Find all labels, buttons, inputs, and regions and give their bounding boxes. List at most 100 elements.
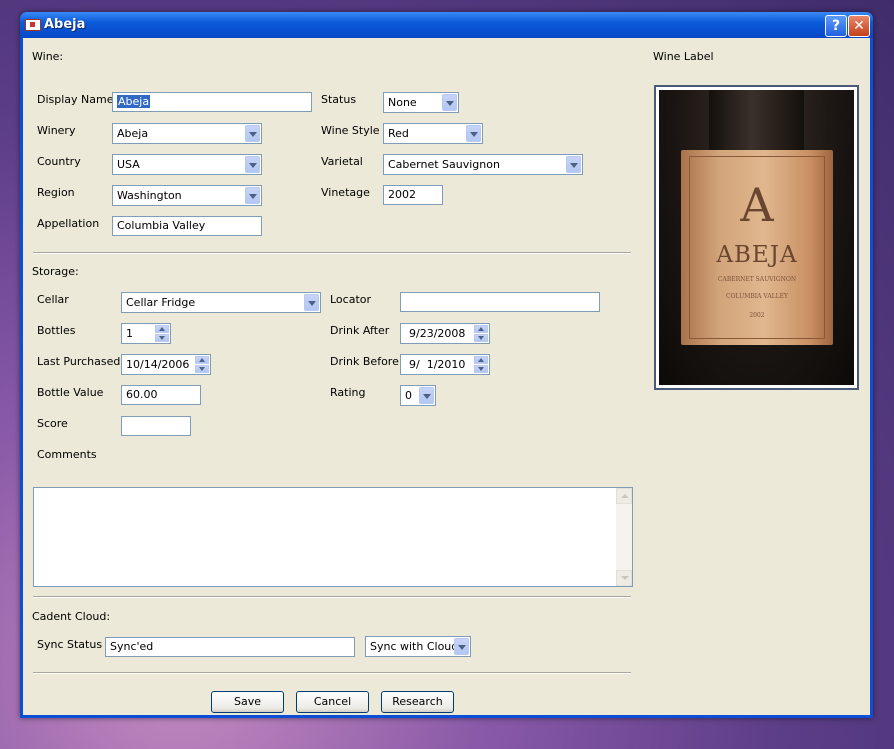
research-button[interactable]: Research [381, 691, 454, 713]
score-input[interactable] [121, 416, 191, 436]
spin-up-icon[interactable] [474, 325, 488, 333]
app-icon [25, 19, 41, 31]
country-value: USA [117, 158, 140, 171]
storage-section-label: Storage: [32, 265, 79, 278]
winery-label: Winery [37, 124, 76, 137]
winery-value: Abeja [117, 127, 149, 140]
wine-style-label: Wine Style [321, 124, 380, 137]
varietal-select[interactable]: Cabernet Sauvignon [383, 154, 583, 175]
cellar-select[interactable]: Cellar Fridge [121, 292, 321, 313]
chevron-down-icon[interactable] [466, 125, 481, 142]
chevron-down-icon[interactable] [245, 156, 260, 173]
spin-up-icon[interactable] [474, 356, 488, 364]
chevron-down-icon[interactable] [245, 187, 260, 204]
chevron-down-icon[interactable] [442, 94, 457, 111]
last-purchased-value: 10/14/2006 [126, 358, 190, 371]
cancel-button[interactable]: Cancel [296, 691, 369, 713]
sync-status-label: Sync Status [37, 638, 103, 651]
varietal-label: Varietal [321, 155, 363, 168]
wine-style-select[interactable]: Red [383, 123, 483, 144]
rating-label: Rating [330, 386, 366, 399]
status-select[interactable]: None [383, 92, 459, 113]
status-label: Status [321, 93, 357, 106]
label-monogram: A [740, 178, 774, 232]
wine-section-label: Wine: [32, 50, 64, 63]
spin-down-icon[interactable] [474, 365, 488, 373]
bottle-label: A ABEJA CABERNET SAUVIGNON COLUMBIA VALL… [681, 150, 833, 345]
chevron-down-icon[interactable] [419, 387, 434, 404]
display-name-value: Abeja [117, 95, 151, 108]
separator [33, 252, 631, 254]
spin-down-icon[interactable] [474, 334, 488, 342]
comments-label: Comments [37, 448, 97, 461]
wine-label-photo: A ABEJA CABERNET SAUVIGNON COLUMBIA VALL… [659, 90, 854, 385]
label-line1: CABERNET SAUVIGNON [717, 276, 797, 283]
sync-status-field: Sync'ed [105, 637, 355, 657]
cloud-section-label: Cadent Cloud: [32, 610, 111, 623]
spin-up-icon[interactable] [195, 356, 209, 364]
locator-input[interactable] [400, 292, 600, 312]
separator [33, 596, 631, 598]
region-label: Region [37, 186, 75, 199]
save-button[interactable]: Save [211, 691, 284, 713]
label-name: ABEJA [716, 242, 798, 268]
sync-option-select[interactable]: Sync with Cloud [365, 636, 471, 657]
display-name-label: Display Name [37, 93, 114, 106]
chevron-down-icon[interactable] [245, 125, 260, 142]
appellation-input[interactable]: Columbia Valley [112, 216, 262, 236]
drink-before-date[interactable]: 9/ 1/2010 [400, 354, 490, 375]
close-button[interactable]: ✕ [848, 15, 870, 37]
varietal-value: Cabernet Sauvignon [388, 158, 500, 171]
vintage-input[interactable]: 2002 [383, 185, 443, 205]
vintage-label: Vinetage [321, 186, 370, 199]
drink-after-label: Drink After [330, 324, 390, 337]
title-bar[interactable]: Abeja ? ✕ [20, 12, 873, 38]
drink-after-date[interactable]: 9/23/2008 [400, 323, 490, 344]
spin-up-icon[interactable] [155, 325, 169, 333]
wine-label-photo-frame[interactable]: A ABEJA CABERNET SAUVIGNON COLUMBIA VALL… [654, 85, 859, 390]
rating-value: 0 [405, 389, 412, 402]
chevron-down-icon[interactable] [304, 294, 319, 311]
scroll-down-icon[interactable] [616, 570, 632, 586]
region-select[interactable]: Washington [112, 185, 262, 206]
drink-after-value: 9/23/2008 [409, 327, 466, 340]
chevron-down-icon[interactable] [454, 638, 469, 655]
bottles-label: Bottles [37, 324, 76, 337]
label-line3: 2002 [749, 312, 765, 319]
winery-select[interactable]: Abeja [112, 123, 262, 144]
sync-option-value: Sync with Cloud [370, 640, 459, 653]
last-purchased-date[interactable]: 10/14/2006 [121, 354, 211, 375]
dialog-body: Wine: Display Name Abeja Winery Abeja Co… [23, 38, 870, 715]
bottles-value: 1 [126, 327, 133, 340]
help-button[interactable]: ? [825, 15, 847, 37]
wine-label-title: Wine Label [653, 50, 714, 63]
rating-select[interactable]: 0 [400, 385, 436, 406]
label-line2: COLUMBIA VALLEY [726, 293, 788, 300]
appellation-label: Appellation [37, 217, 100, 230]
cellar-label: Cellar [37, 293, 69, 306]
country-select[interactable]: USA [112, 154, 262, 175]
bottles-spinner[interactable]: 1 [121, 323, 171, 344]
status-value: None [388, 96, 417, 109]
display-name-input[interactable]: Abeja [112, 92, 312, 112]
comments-scrollbar[interactable] [616, 488, 632, 586]
drink-before-value: 9/ 1/2010 [409, 358, 466, 371]
last-purchased-label: Last Purchased [37, 355, 121, 368]
country-label: Country [37, 155, 81, 168]
dialog-window: Abeja ? ✕ Wine: Display Name Abeja Winer… [20, 12, 873, 718]
scroll-up-icon[interactable] [616, 488, 632, 504]
separator [33, 672, 631, 674]
bottle-value-input[interactable]: 60.00 [121, 385, 201, 405]
drink-before-label: Drink Before [330, 355, 399, 368]
bottle-neck [709, 90, 804, 150]
comments-textarea[interactable] [33, 487, 633, 587]
cellar-value: Cellar Fridge [126, 296, 196, 309]
bottle-value-label: Bottle Value [37, 386, 104, 399]
score-label: Score [37, 417, 68, 430]
spin-down-icon[interactable] [155, 334, 169, 342]
region-value: Washington [117, 189, 182, 202]
spin-down-icon[interactable] [195, 365, 209, 373]
locator-label: Locator [330, 293, 372, 306]
wine-style-value: Red [388, 127, 409, 140]
chevron-down-icon[interactable] [566, 156, 581, 173]
